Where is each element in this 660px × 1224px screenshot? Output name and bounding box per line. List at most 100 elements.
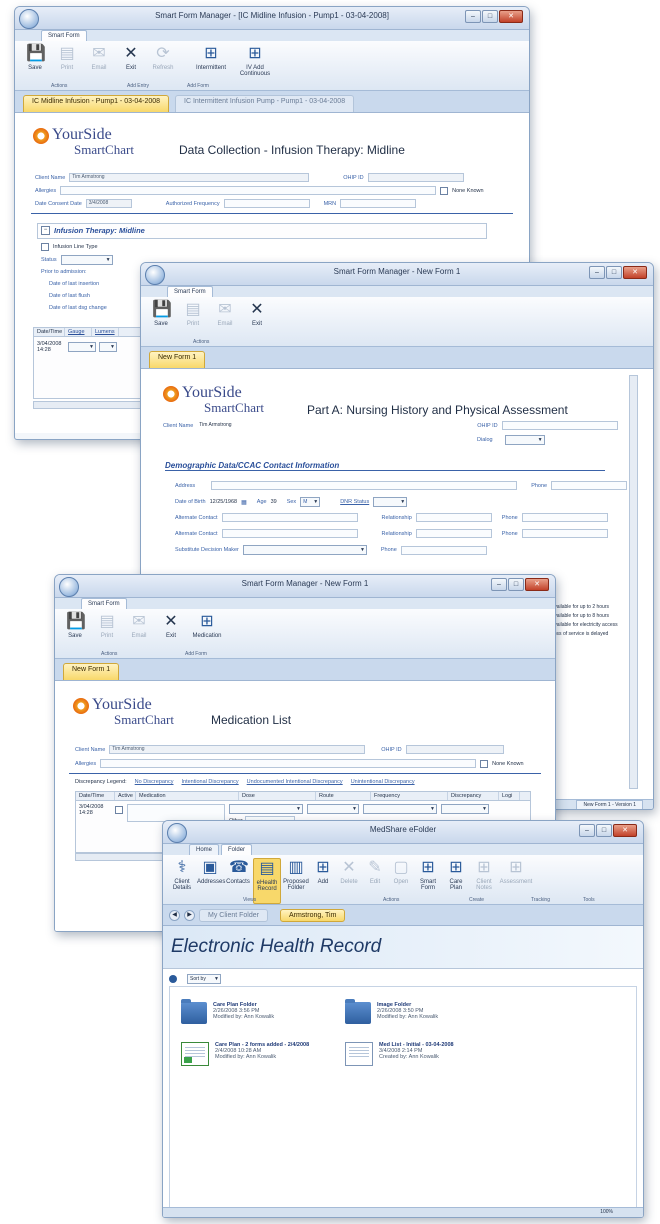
list-item[interactable]: Care Plan - 2 forms added - 2/4/2008 2/4…	[181, 1042, 325, 1066]
client-name-field[interactable]: Tim Armstrong	[197, 422, 451, 429]
frequency-field[interactable]	[223, 199, 310, 208]
tab-smart-form[interactable]: Smart Form	[81, 598, 127, 609]
minimize-button[interactable]: –	[589, 266, 605, 279]
relationship-field-2[interactable]	[415, 529, 492, 538]
ehealth-record-button[interactable]: ▤ eHealth Record	[253, 858, 281, 904]
phone-field[interactable]	[551, 481, 628, 490]
minimize-button[interactable]: –	[579, 824, 595, 837]
calendar-icon[interactable]: ▦	[241, 499, 247, 506]
ohip-field[interactable]	[367, 173, 464, 182]
doc-tab-intermittent[interactable]: IC Intermittent Infusion Pump - Pump1 - …	[175, 95, 355, 112]
addresses-button[interactable]: ▣ Addresses	[197, 858, 225, 904]
list-item[interactable]: Image Folder 2/26/2008 3:50 PM Modified …	[345, 999, 438, 1024]
proposed-folder-button[interactable]: ▥ Proposed Folder	[283, 858, 309, 904]
none-known-checkbox[interactable]	[480, 759, 489, 768]
exit-button[interactable]: ✕ Exit	[157, 612, 185, 658]
alt-contact-field[interactable]	[221, 513, 358, 522]
dob-value[interactable]: 12/25/1968	[210, 499, 238, 505]
relationship-field[interactable]	[415, 513, 492, 522]
email-button[interactable]: ✉ Email	[211, 300, 239, 346]
save-button[interactable]: 💾 Save	[21, 44, 49, 90]
client-details-button[interactable]: ⚕ Client Details	[169, 858, 195, 904]
tab-smart-form[interactable]: Smart Form	[41, 30, 87, 41]
infusion-line-type-checkbox[interactable]	[41, 243, 49, 251]
close-button[interactable]: ✕	[499, 10, 523, 23]
active-checkbox[interactable]	[115, 806, 123, 814]
sort-select[interactable]: Sort by	[187, 974, 221, 984]
phone-field-3[interactable]	[521, 529, 608, 538]
mrn-field[interactable]	[340, 199, 417, 208]
col-lumens[interactable]: Lumens	[92, 328, 119, 336]
legend-undocumented[interactable]: Undocumented Intentional Discrepancy	[247, 779, 343, 785]
sex-select[interactable]: M	[300, 497, 321, 507]
client-name-field[interactable]: Tim Armstrong	[69, 173, 310, 182]
horizontal-scrollbar[interactable]	[33, 401, 145, 409]
col-gauge[interactable]: Gauge	[65, 328, 92, 336]
close-button[interactable]: ✕	[623, 266, 647, 279]
legend-unintentional[interactable]: Unintentional Discrepancy	[351, 779, 415, 785]
status-select[interactable]	[60, 255, 113, 265]
doc-tab-new-form[interactable]: New Form 1	[149, 351, 206, 368]
forward-icon[interactable]: ▶	[184, 909, 195, 921]
discrepancy-select[interactable]	[441, 804, 489, 814]
close-button[interactable]: ✕	[525, 578, 549, 591]
legend-intentional[interactable]: Intentional Discrepancy	[182, 779, 239, 785]
exit-button[interactable]: ✕ Exit	[243, 300, 271, 346]
doc-tab-new-form[interactable]: New Form 1	[63, 663, 120, 680]
save-button[interactable]: 💾 Save	[61, 612, 89, 658]
dnr-select[interactable]	[373, 497, 408, 507]
tab-smart-form[interactable]: Smart Form	[167, 286, 213, 297]
substitute-select[interactable]	[242, 545, 367, 555]
lumens-select[interactable]	[99, 342, 117, 352]
legend-no-discrepancy[interactable]: No Discrepancy	[135, 779, 174, 785]
tab-home[interactable]: Home	[189, 844, 220, 855]
email-button[interactable]: ✉ Email	[125, 612, 153, 658]
gauge-select[interactable]	[68, 342, 96, 352]
maximize-button[interactable]: □	[482, 10, 498, 23]
maximize-button[interactable]: □	[596, 824, 612, 837]
tab-client-record[interactable]: Armstrong, Tim	[279, 908, 346, 922]
add-button[interactable]: ⊞ Add	[311, 858, 335, 904]
refresh-button[interactable]: ⟳ Refresh	[149, 44, 177, 90]
collapse-toggle[interactable]: −	[41, 226, 50, 235]
frequency-select[interactable]	[363, 804, 437, 814]
minimize-button[interactable]: –	[491, 578, 507, 591]
email-button[interactable]: ✉ Email	[85, 44, 113, 90]
allergies-field[interactable]	[100, 759, 477, 768]
back-icon[interactable]: ◀	[169, 909, 180, 921]
maximize-button[interactable]: □	[508, 578, 524, 591]
window-title: Smart Form Manager - New Form 1	[241, 579, 369, 588]
tab-my-client-folder[interactable]: My Client Folder	[199, 908, 268, 922]
group-add-form-label: Add Form	[185, 651, 207, 657]
none-known-checkbox[interactable]	[440, 186, 449, 195]
phone-field-2[interactable]	[521, 513, 608, 522]
dnr-status-link[interactable]: DNR Status	[340, 499, 369, 505]
doc-tab-midline[interactable]: IC Midline Infusion - Pump1 - 03-04-2008	[23, 95, 170, 112]
alt-contact-field-2[interactable]	[221, 529, 358, 538]
save-button[interactable]: 💾 Save	[147, 300, 175, 346]
delete-button[interactable]: ✕ Delete	[337, 858, 361, 904]
phone-field-4[interactable]	[400, 545, 487, 555]
consent-date-field[interactable]: 3/4/2008	[85, 199, 132, 208]
care-plan-button[interactable]: ⊞ Care Plan	[443, 858, 469, 904]
maximize-button[interactable]: □	[606, 266, 622, 279]
dose-select[interactable]	[229, 804, 303, 814]
close-button[interactable]: ✕	[613, 824, 637, 837]
ohip-field[interactable]	[405, 745, 504, 754]
allergies-field[interactable]	[60, 186, 437, 195]
version-tab[interactable]: New Form 1 - Version 1	[576, 800, 643, 809]
list-item[interactable]: Med List - Initial - 03-04-2008 3/4/2008…	[345, 1042, 454, 1066]
dialog-select[interactable]	[504, 435, 545, 445]
route-select[interactable]	[307, 804, 359, 814]
vertical-scrollbar[interactable]	[629, 375, 638, 789]
iv-add-continuous-button[interactable]: ⊞ IV Add Continuous	[235, 44, 275, 90]
view-icon[interactable]	[169, 975, 177, 983]
assessment-button[interactable]: ⊞ Assessment	[499, 858, 533, 904]
client-name-field[interactable]: Tim Armstrong	[109, 745, 366, 754]
address-field[interactable]	[211, 481, 518, 490]
tab-folder[interactable]: Folder	[221, 844, 253, 855]
list-item[interactable]: Care Plan Folder 2/26/2008 3:56 PM Modif…	[181, 999, 274, 1024]
ohip-field[interactable]	[501, 421, 618, 430]
minimize-button[interactable]: –	[465, 10, 481, 23]
smart-form-button[interactable]: ⊞ Smart Form	[415, 858, 441, 904]
